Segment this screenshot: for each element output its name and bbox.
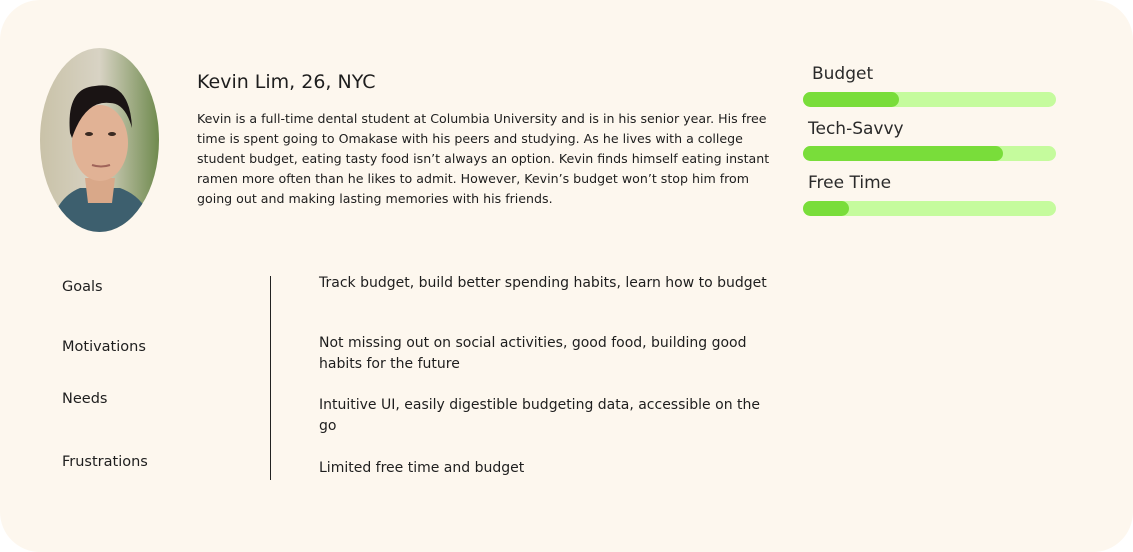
frustrations-text: Limited free time and budget bbox=[319, 460, 525, 476]
meter-free-time bbox=[803, 201, 1056, 216]
persona-bio: Kevin is a full-time dental student at C… bbox=[197, 111, 770, 206]
meter-fill bbox=[803, 201, 849, 216]
goals-label: Goals bbox=[62, 279, 103, 295]
meter-fill bbox=[803, 92, 900, 107]
motivations-label: Motivations bbox=[62, 339, 146, 355]
meter-label-budget: Budget bbox=[812, 64, 874, 84]
meter-tech-savvy bbox=[803, 146, 1056, 161]
needs-label: Needs bbox=[62, 391, 108, 407]
persona-name: Kevin Lim, 26, NYC bbox=[197, 71, 376, 93]
avatar bbox=[40, 48, 159, 232]
goals-text: Track budget, build better spending habi… bbox=[319, 275, 767, 291]
motivations-text: Not missing out on social activities, go… bbox=[319, 335, 747, 372]
frustrations-label: Frustrations bbox=[62, 454, 148, 470]
needs-text: Intuitive UI, easily digestible budgetin… bbox=[319, 397, 760, 434]
meter-fill bbox=[803, 146, 1003, 161]
persona-card: Kevin Lim, 26, NYC Kevin is a full-time … bbox=[0, 0, 1133, 552]
meter-label-free-time: Free Time bbox=[808, 173, 892, 193]
meter-budget bbox=[803, 92, 1056, 107]
meter-label-tech-savvy: Tech-Savvy bbox=[808, 119, 904, 139]
divider bbox=[270, 276, 271, 480]
